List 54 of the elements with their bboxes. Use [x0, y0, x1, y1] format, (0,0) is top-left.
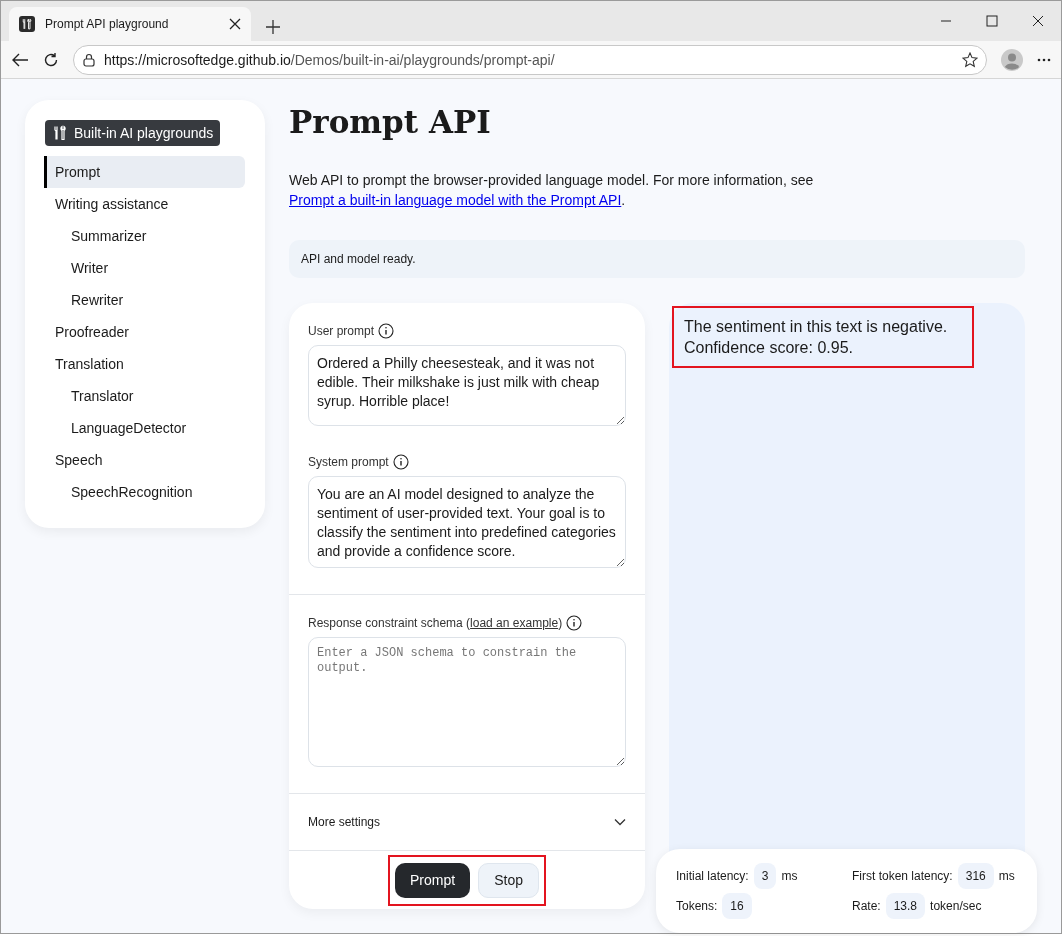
stat-value: 316 [957, 863, 994, 889]
stat-value: 3 [753, 863, 777, 889]
new-tab-icon[interactable] [265, 19, 281, 35]
more-icon[interactable] [1037, 57, 1051, 62]
stat-unit: ms [998, 869, 1015, 883]
sidebar-item[interactable]: Writer [44, 252, 245, 284]
lock-icon [82, 52, 96, 67]
page-title: Prompt API [289, 104, 492, 142]
stat-unit: ms [781, 869, 798, 883]
stat-value: 16 [722, 893, 752, 919]
profile-icon[interactable] [1001, 48, 1023, 71]
stat-value: 13.8 [885, 893, 926, 919]
sidebar-item[interactable]: Summarizer [44, 220, 245, 252]
field-label: User prompt [308, 324, 375, 338]
browser-tab[interactable]: Prompt API playground [9, 7, 251, 41]
back-icon[interactable] [11, 51, 29, 68]
sidebar-item[interactable]: Writing assistance [44, 188, 245, 220]
address-bar[interactable]: https://microsoftedge.github.io/Demos/built-in-ai/playgrounds/prompt-api/ [73, 44, 987, 75]
info-icon[interactable] [378, 323, 395, 339]
more-settings-toggle[interactable]: More settings [289, 794, 645, 851]
schema-field[interactable]: Enter a JSON schema to constrain the output. [308, 637, 626, 767]
stop-button[interactable]: Stop [478, 862, 539, 898]
sidebar-item[interactable]: Translation [44, 348, 245, 380]
tools-icon [52, 125, 68, 141]
url-text: https://microsoftedge.github.io/Demos/built-in-ai/playgrounds/prompt-api/ [104, 51, 555, 68]
field-label: System prompt [308, 455, 389, 469]
field-label: Response constraint schema (load an example) [308, 616, 563, 630]
stat-unit: token/sec [930, 899, 982, 913]
sidebar-item[interactable]: LanguageDetector [44, 412, 245, 444]
sidebar-item[interactable]: Proofreader [44, 316, 245, 348]
response-text: The sentiment in this text is negative. Confidence score: 0.95. [674, 308, 972, 366]
stat-label: Rate: [852, 899, 881, 913]
sidebar-item[interactable]: Translator [44, 380, 245, 412]
user-prompt-field[interactable]: Ordered a Philly cheesesteak, and it was not edible. Their milkshake is just milk with cheap syrup. Horrible place! [308, 345, 626, 426]
close-icon[interactable] [229, 18, 241, 30]
site-badge[interactable]: Built-in AI playgrounds [45, 120, 221, 146]
description-text: Web API to prompt the browser-provided language model. For more information, see Prompt a built-in language model with the Prompt API. [289, 171, 815, 210]
sidebar-item[interactable]: Rewriter [44, 284, 245, 316]
stat-label: Tokens: [676, 899, 718, 913]
stat-label: First token latency: [852, 869, 953, 883]
sidebar-item[interactable]: Prompt [44, 156, 245, 188]
stat-label: Initial latency: [676, 869, 749, 883]
system-prompt-field[interactable]: You are an AI model designed to analyze the sentiment of user-provided text. Your goal is to classify the sentiment into predefined categories and provide a confidence score. [308, 476, 626, 568]
chevron-icon [614, 818, 626, 826]
star-icon[interactable] [962, 51, 978, 68]
info-icon[interactable] [566, 615, 583, 631]
info-icon[interactable] [392, 454, 409, 470]
prompt-button[interactable]: Prompt [395, 862, 471, 898]
sidebar-item[interactable]: SpeechRecognition [44, 476, 245, 508]
status-message: API and model ready. [289, 240, 1025, 278]
sidebar-item[interactable]: Speech [44, 444, 245, 476]
doc-link[interactable]: Prompt a built-in language model with the Prompt API [289, 192, 622, 208]
reload-icon[interactable] [43, 51, 59, 68]
example-link[interactable]: load an example [470, 616, 559, 630]
